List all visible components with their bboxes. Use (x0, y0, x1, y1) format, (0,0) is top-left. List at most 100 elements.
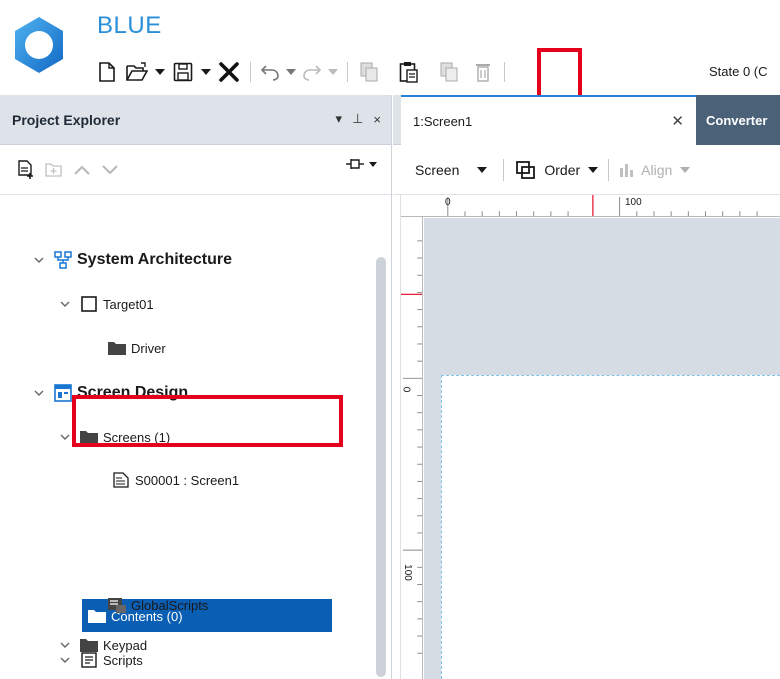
canvas-left-strip (393, 195, 401, 679)
ruler-label: 100 (401, 564, 413, 581)
move-down-button[interactable] (96, 156, 124, 184)
dropdown-label: Screen (415, 161, 460, 178)
state-selector[interactable]: State 0 (C (709, 64, 768, 79)
tab-close-icon[interactable]: ✕ (671, 112, 684, 130)
save-dropdown-button[interactable] (198, 56, 214, 88)
redo-dropdown-button[interactable] (325, 56, 341, 88)
new-file-icon (99, 62, 115, 82)
toolbar-separator (250, 62, 251, 82)
pin-icon (346, 159, 364, 169)
tree-item-keypad[interactable]: Keypad (58, 630, 147, 660)
expand-chevron-icon[interactable] (32, 386, 46, 400)
dropdown-label: Align (641, 161, 673, 178)
toolbar-separator (608, 158, 610, 181)
editor-area: 1:Screen1 ✕ Converter Screen Order Align (393, 95, 780, 679)
ruler-label: 100 (625, 197, 642, 208)
new-file-button[interactable] (92, 56, 122, 88)
folder-icon (80, 636, 98, 654)
folder-icon (108, 339, 126, 357)
global-scripts-icon (108, 596, 126, 614)
redo-icon (303, 65, 322, 81)
network-icon (54, 251, 72, 269)
panel-title: Project Explorer (12, 111, 121, 128)
close-project-button[interactable] (214, 56, 244, 88)
trash-icon (476, 64, 490, 82)
open-folder-icon (126, 62, 148, 81)
duplicate-button[interactable] (434, 56, 464, 88)
order-dropdown[interactable]: Order (516, 160, 599, 179)
project-explorer-header: Project Explorer ▾ ⊥ × (0, 95, 391, 145)
tree-label: Screens (1) (103, 429, 171, 445)
open-folder-button[interactable] (122, 56, 152, 88)
tree-label: GlobalScripts (131, 597, 209, 613)
tree-label: Keypad (103, 637, 148, 653)
align-dropdown[interactable]: Align (619, 161, 691, 178)
delete-button[interactable] (468, 56, 498, 88)
paste-button[interactable] (394, 56, 424, 88)
screen-canvas[interactable] (441, 375, 780, 679)
caret-down-icon (201, 69, 211, 75)
tree-item-screens[interactable]: Screens (1) (58, 422, 170, 452)
add-folder-button[interactable] (40, 156, 68, 184)
duplicate-icon (440, 62, 458, 82)
ruler-label: 0 (400, 386, 412, 393)
panel-pin-icon[interactable]: ⊥ (352, 111, 363, 127)
copy-icon (360, 62, 378, 82)
tree-label: S00001 : Screen1 (135, 472, 240, 488)
open-dropdown-button[interactable] (152, 56, 168, 88)
caret-down-icon (286, 69, 296, 75)
design-toolbar: Screen Order Align (393, 145, 780, 195)
add-item-button[interactable] (12, 156, 40, 184)
tree-item-global-scripts[interactable]: GlobalScripts (108, 590, 208, 620)
tab-screen1[interactable]: 1:Screen1 ✕ (401, 95, 696, 145)
order-icon (516, 160, 536, 179)
tree-item-screen1[interactable]: S00001 : Screen1 (112, 465, 239, 495)
expand-chevron-icon[interactable] (58, 638, 72, 652)
chevron-down-icon (102, 164, 118, 174)
caret-down-icon (155, 69, 165, 75)
app-logo-icon (15, 17, 63, 73)
tree-item-target[interactable]: Target01 (58, 289, 154, 319)
document-tabs: 1:Screen1 ✕ Converter (393, 95, 780, 145)
redo-button[interactable] (299, 56, 325, 88)
expand-chevron-icon[interactable] (58, 430, 72, 444)
caret-down-icon (588, 166, 599, 173)
align-icon (620, 163, 634, 177)
app-title: BLUE (97, 12, 162, 39)
caret-down-icon (328, 69, 338, 75)
ruler-label: 0 (445, 197, 451, 208)
copy-button[interactable] (354, 56, 384, 88)
tree-label: Screen Design (77, 384, 189, 401)
add-document-icon (18, 159, 33, 179)
move-up-button[interactable] (68, 156, 96, 184)
save-button[interactable] (168, 56, 198, 88)
close-icon (219, 62, 239, 82)
tree-item-driver[interactable]: Driver (108, 333, 166, 363)
document-icon (112, 471, 130, 489)
horizontal-ruler (401, 195, 780, 217)
expand-chevron-icon[interactable] (32, 253, 46, 267)
panel-menu-icon[interactable]: ▾ (336, 111, 343, 127)
pin-dropdown-button[interactable] (345, 157, 377, 171)
tree-scrollbar[interactable] (376, 257, 386, 677)
tab-label: 1:Screen1 (413, 113, 473, 129)
main-toolbar (92, 52, 511, 92)
screen-dropdown[interactable]: Screen (415, 161, 488, 178)
tree-item-system-architecture[interactable]: System Architecture (32, 245, 232, 275)
undo-dropdown-button[interactable] (283, 56, 299, 88)
toolbar-separator (347, 62, 348, 82)
save-icon (173, 62, 193, 82)
caret-down-icon (369, 161, 377, 167)
folder-icon (80, 428, 98, 446)
tree-label: Target01 (103, 296, 154, 312)
caret-down-icon (680, 166, 691, 173)
app-header: BLUE State 0 (C (0, 0, 780, 95)
undo-icon (260, 65, 279, 81)
panel-close-icon[interactable]: × (373, 112, 381, 127)
expand-chevron-icon[interactable] (58, 297, 72, 311)
explorer-toolbar (0, 145, 391, 195)
tree-item-screen-design[interactable]: Screen Design (32, 378, 188, 408)
folder-icon (88, 607, 106, 625)
tab-converter[interactable]: Converter (696, 95, 780, 145)
undo-button[interactable] (257, 56, 283, 88)
